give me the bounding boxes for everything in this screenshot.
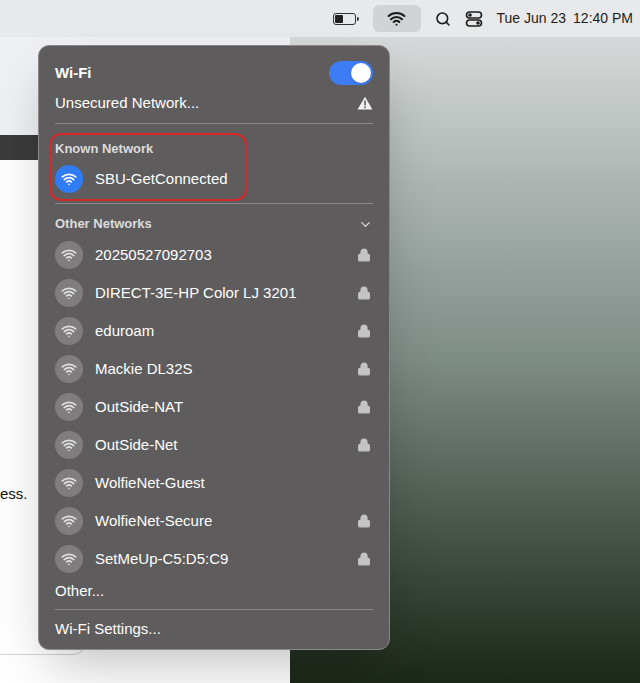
network-row[interactable]: eduroam: [55, 312, 373, 350]
wifi-icon: [55, 165, 83, 193]
network-name: DIRECT-3E-HP Color LJ 3201: [95, 282, 345, 305]
lock-icon: [357, 400, 371, 414]
section-header[interactable]: Other Networks: [55, 212, 373, 236]
network-row[interactable]: WolfieNet-Secure: [55, 502, 373, 540]
lock-icon: [357, 362, 371, 376]
annotation-circle: [49, 133, 247, 201]
network-row[interactable]: SBU-GetConnected: [55, 160, 373, 198]
wifi-toggle[interactable]: [329, 61, 373, 85]
network-row[interactable]: Mackie DL32S: [55, 350, 373, 388]
wifi-icon: [55, 317, 83, 345]
wifi-icon: [387, 9, 406, 28]
lock-icon: [357, 286, 371, 300]
lock-icon: [357, 438, 371, 452]
wifi-menu-button[interactable]: [373, 5, 421, 32]
chevron-down-icon: [358, 217, 373, 232]
network-row[interactable]: SetMeUp-C5:D5:C9: [55, 540, 373, 578]
network-name: 20250527092703: [95, 244, 345, 267]
menu-title: Wi-Fi: [55, 62, 329, 85]
network-row[interactable]: OutSide-NAT: [55, 388, 373, 426]
lock-icon: [357, 324, 371, 338]
other-network-item[interactable]: Other...: [55, 578, 373, 604]
wifi-menu: Wi-Fi Unsecured Network... Known Network SB…: [38, 45, 390, 650]
clock[interactable]: Tue Jun 23 12:40 PM: [497, 8, 633, 29]
network-name: OutSide-Net: [95, 434, 345, 457]
divider: [55, 203, 373, 204]
network-row[interactable]: WolfieNet-Guest: [55, 464, 373, 502]
lock-icon: [357, 514, 371, 528]
unsecured-network-row[interactable]: Unsecured Network...: [55, 88, 373, 118]
time: 12:40 PM: [573, 8, 633, 29]
wifi-icon: [55, 393, 83, 421]
network-row[interactable]: DIRECT-3E-HP Color LJ 3201: [55, 274, 373, 312]
wifi-icon: [55, 507, 83, 535]
network-name: Mackie DL32S: [95, 358, 345, 381]
divider: [55, 609, 373, 610]
wifi-icon: [55, 545, 83, 573]
wifi-icon: [55, 279, 83, 307]
menu-bar: Tue Jun 23 12:40 PM: [0, 0, 640, 37]
network-name: WolfieNet-Secure: [95, 510, 345, 533]
network-name: eduroam: [95, 320, 345, 343]
wifi-settings-item[interactable]: Wi-Fi Settings...: [55, 615, 373, 643]
network-name: OutSide-NAT: [95, 396, 345, 419]
network-name: WolfieNet-Guest: [95, 472, 373, 495]
network-name: SetMeUp-C5:D5:C9: [95, 548, 345, 571]
control-center-icon[interactable]: [465, 10, 483, 28]
battery-icon[interactable]: [333, 13, 359, 25]
body-text: ess.: [0, 485, 28, 502]
warning-icon: [357, 96, 373, 110]
wifi-icon: [55, 241, 83, 269]
section-header: Known Network: [55, 138, 373, 160]
divider: [55, 123, 373, 124]
network-row[interactable]: OutSide-Net: [55, 426, 373, 464]
network-row[interactable]: 20250527092703: [55, 236, 373, 274]
lock-icon: [357, 248, 371, 262]
search-icon[interactable]: [435, 11, 451, 27]
network-name: SBU-GetConnected: [95, 168, 373, 191]
wifi-icon: [55, 469, 83, 497]
screen: Tue Jun 23 12:40 PM ess. Wi-Fi Unsecured Net…: [0, 0, 640, 683]
wifi-icon: [55, 355, 83, 383]
wifi-icon: [55, 431, 83, 459]
lock-icon: [357, 552, 371, 566]
date: Tue Jun 23: [497, 8, 567, 29]
